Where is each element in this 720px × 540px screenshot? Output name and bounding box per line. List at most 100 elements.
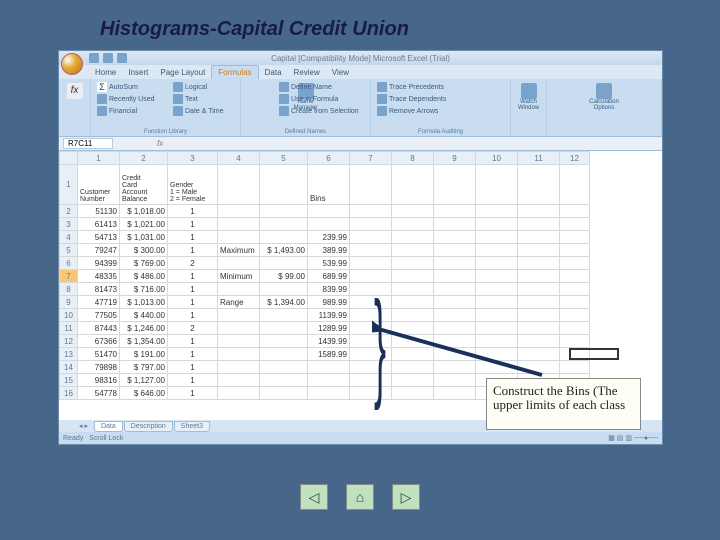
cell[interactable]	[518, 165, 560, 205]
col-1[interactable]: 1	[78, 152, 120, 165]
cell[interactable]: 539.99	[308, 257, 350, 270]
col-9[interactable]: 9	[434, 152, 476, 165]
tab-home[interactable]: Home	[89, 66, 122, 79]
row-1[interactable]: 1	[60, 165, 78, 205]
use-in-formula-button[interactable]: Use in Formula	[277, 93, 361, 105]
hdr-gender[interactable]: Gender 1 = Male 2 = Female	[168, 165, 218, 205]
row-hdr[interactable]: 3	[60, 218, 78, 231]
cell[interactable]: 1439.99	[308, 335, 350, 348]
cell[interactable]: 1	[168, 244, 218, 257]
cell[interactable]	[476, 165, 518, 205]
col-7[interactable]: 7	[350, 152, 392, 165]
tab-view[interactable]: View	[326, 66, 355, 79]
col-5[interactable]: 5	[260, 152, 308, 165]
trace-dependents-button[interactable]: Trace Dependents	[375, 93, 506, 105]
cell[interactable]: 1	[168, 270, 218, 283]
cell[interactable]	[218, 165, 260, 205]
cell[interactable]: $ 1,021.00	[120, 218, 168, 231]
cell[interactable]: 1	[168, 218, 218, 231]
logical-button[interactable]: Logical	[171, 81, 226, 93]
row-hdr[interactable]: 14	[60, 361, 78, 374]
hdr-customer[interactable]: Customer Number	[78, 165, 120, 205]
select-all[interactable]	[60, 152, 78, 165]
cell[interactable]: 239.99	[308, 231, 350, 244]
row-hdr[interactable]: 6	[60, 257, 78, 270]
tab-nav-icons[interactable]: ◂ ▸	[79, 422, 88, 430]
row-hdr[interactable]: 7	[60, 270, 78, 283]
cell[interactable]: $ 1,493.00	[260, 244, 308, 257]
cell[interactable]: 94399	[78, 257, 120, 270]
prev-slide-button[interactable]: ◁	[300, 484, 328, 510]
cell[interactable]: $ 1,127.00	[120, 374, 168, 387]
cell[interactable]: 87443	[78, 322, 120, 335]
date-time-button[interactable]: Date & Time	[171, 105, 226, 117]
cell[interactable]: $ 646.00	[120, 387, 168, 400]
cell[interactable]: $ 1,354.00	[120, 335, 168, 348]
cell[interactable]: 389.99	[308, 244, 350, 257]
cell[interactable]: 1	[168, 374, 218, 387]
cell[interactable]	[392, 165, 434, 205]
tab-review[interactable]: Review	[288, 66, 326, 79]
col-3[interactable]: 3	[168, 152, 218, 165]
cell[interactable]	[260, 165, 308, 205]
ws-tab-data[interactable]: Data	[94, 421, 123, 432]
trace-precedents-button[interactable]: Trace Precedents	[375, 81, 506, 93]
row-hdr[interactable]: 4	[60, 231, 78, 244]
hdr-balance[interactable]: Credit Card Account Balance	[120, 165, 168, 205]
remove-arrows-button[interactable]: Remove Arrows	[375, 105, 506, 117]
cell[interactable]: 1589.99	[308, 348, 350, 361]
col-12[interactable]: 12	[560, 152, 590, 165]
col-4[interactable]: 4	[218, 152, 260, 165]
col-10[interactable]: 10	[476, 152, 518, 165]
col-6[interactable]: 6	[308, 152, 350, 165]
row-hdr[interactable]: 5	[60, 244, 78, 257]
office-orb-button[interactable]	[61, 53, 83, 75]
col-8[interactable]: 8	[392, 152, 434, 165]
calc-options-button[interactable]: Calculation Options	[551, 81, 657, 113]
cell[interactable]: $ 1,031.00	[120, 231, 168, 244]
cell[interactable]: 1	[168, 348, 218, 361]
cell[interactable]: 1139.99	[308, 309, 350, 322]
col-2[interactable]: 2	[120, 152, 168, 165]
row-hdr[interactable]: 11	[60, 322, 78, 335]
cell[interactable]: 1	[168, 283, 218, 296]
insert-function-button[interactable]: fx	[63, 81, 86, 101]
next-slide-button[interactable]: ▷	[392, 484, 420, 510]
cell[interactable]	[350, 165, 392, 205]
undo-icon[interactable]	[103, 53, 113, 63]
cell[interactable]: 1	[168, 296, 218, 309]
cell[interactable]: 51130	[78, 205, 120, 218]
row-hdr[interactable]: 16	[60, 387, 78, 400]
row-hdr[interactable]: 15	[60, 374, 78, 387]
row-hdr[interactable]: 2	[60, 205, 78, 218]
cell[interactable]: $ 797.00	[120, 361, 168, 374]
cell[interactable]	[434, 165, 476, 205]
name-box[interactable]: R7C11	[63, 138, 113, 149]
cell[interactable]: 79247	[78, 244, 120, 257]
cell[interactable]: 1	[168, 205, 218, 218]
ws-tab-description[interactable]: Description	[124, 421, 173, 432]
redo-icon[interactable]	[117, 53, 127, 63]
cell[interactable]: 1289.99	[308, 322, 350, 335]
cell[interactable]: 81473	[78, 283, 120, 296]
tab-formulas[interactable]: Formulas	[211, 65, 258, 79]
cell[interactable]: $ 191.00	[120, 348, 168, 361]
tab-insert[interactable]: Insert	[122, 66, 154, 79]
cell[interactable]: $ 716.00	[120, 283, 168, 296]
cell[interactable]: 839.99	[308, 283, 350, 296]
cell[interactable]: $ 769.00	[120, 257, 168, 270]
cell[interactable]: 1	[168, 309, 218, 322]
quick-access-toolbar[interactable]	[89, 53, 127, 63]
cell[interactable]: 1	[168, 231, 218, 244]
cell[interactable]: 77505	[78, 309, 120, 322]
cell[interactable]: 2	[168, 322, 218, 335]
col-11[interactable]: 11	[518, 152, 560, 165]
row-hdr[interactable]: 12	[60, 335, 78, 348]
cell[interactable]: $ 486.00	[120, 270, 168, 283]
cell[interactable]: Minimum	[218, 270, 260, 283]
row-hdr[interactable]: 13	[60, 348, 78, 361]
view-zoom-controls[interactable]: ▦ ▤ ▥ ──●──	[608, 434, 658, 442]
cell[interactable]: 989.99	[308, 296, 350, 309]
ws-tab-sheet3[interactable]: Sheet3	[174, 421, 210, 432]
cell[interactable]: 48335	[78, 270, 120, 283]
